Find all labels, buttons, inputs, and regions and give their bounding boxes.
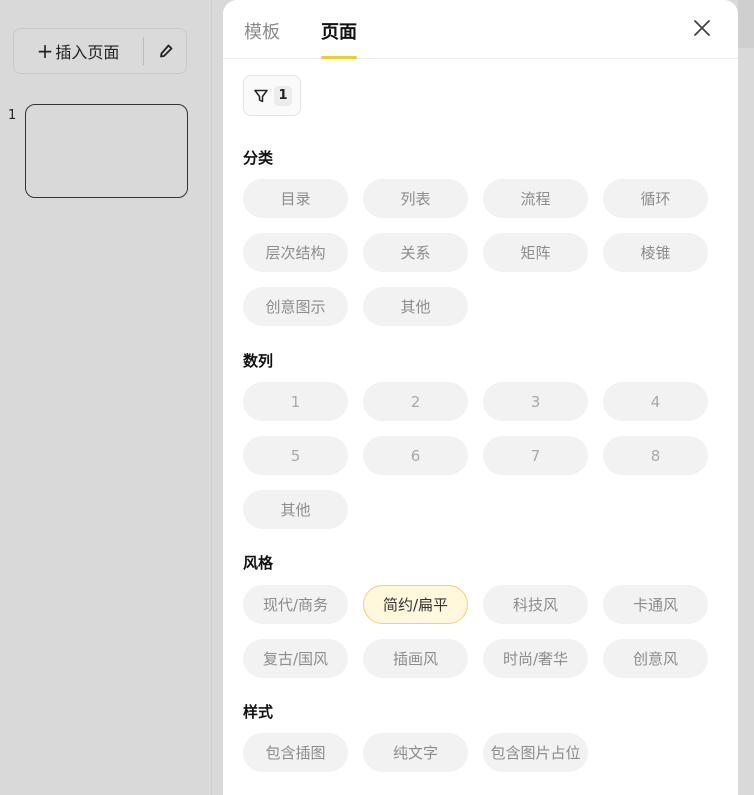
section-title-category: 分类 (243, 149, 274, 167)
chip-category[interactable]: 关系 (363, 233, 468, 272)
slide-number: 1 (8, 108, 17, 123)
chip-category[interactable]: 其他 (363, 287, 468, 326)
chip-layout[interactable]: 纯文字 (363, 733, 468, 772)
tab-templates[interactable]: 模板 (244, 18, 280, 59)
chip-style[interactable]: 现代/商务 (243, 585, 348, 624)
slide-sidebar: + 插入页面 1 (0, 0, 212, 795)
divider (143, 37, 144, 65)
chip-style[interactable]: 时尚/奢华 (483, 639, 588, 678)
insert-page-bar: + 插入页面 (13, 28, 187, 74)
insert-page-button[interactable]: + 插入页面 (14, 29, 142, 73)
filter-count-badge: 1 (274, 85, 292, 106)
chip-style[interactable]: 复古/国风 (243, 639, 348, 678)
chip-category[interactable]: 循环 (603, 179, 708, 218)
chip-style[interactable]: 插画风 (363, 639, 468, 678)
chip-count[interactable]: 4 (603, 382, 708, 421)
background-strip (738, 0, 754, 48)
chip-count[interactable]: 5 (243, 436, 348, 475)
insert-page-label: 插入页面 (55, 43, 120, 62)
chip-category[interactable]: 层次结构 (243, 233, 348, 272)
tab-pages[interactable]: 页面 (321, 18, 357, 59)
app-window: + 插入页面 1 模板 页面 1 分类 目录 列表 流程 循环 层次结构 关系 … (0, 0, 754, 795)
chip-category[interactable]: 矩阵 (483, 233, 588, 272)
chip-count[interactable]: 8 (603, 436, 708, 475)
section-title-layout: 样式 (243, 703, 274, 721)
slide-thumbnail[interactable] (25, 104, 188, 198)
chip-style[interactable]: 创意风 (603, 639, 708, 678)
chip-category[interactable]: 列表 (363, 179, 468, 218)
filter-icon (254, 89, 268, 102)
close-icon (694, 20, 710, 36)
pencil-icon (160, 44, 173, 58)
filter-button[interactable]: 1 (243, 75, 301, 116)
section-title-style: 风格 (243, 554, 274, 572)
page-filter-panel: 模板 页面 1 分类 目录 列表 流程 循环 层次结构 关系 矩阵 棱锥 创意图… (223, 0, 738, 795)
plus-icon: + (36, 39, 54, 63)
chip-category[interactable]: 流程 (483, 179, 588, 218)
chip-layout[interactable]: 包含插图 (243, 733, 348, 772)
chip-count[interactable]: 2 (363, 382, 468, 421)
chip-count[interactable]: 6 (363, 436, 468, 475)
chip-count[interactable]: 7 (483, 436, 588, 475)
chip-count[interactable]: 其他 (243, 490, 348, 529)
chip-category[interactable]: 目录 (243, 179, 348, 218)
chip-count[interactable]: 3 (483, 382, 588, 421)
panel-tabs: 模板 页面 (223, 0, 738, 59)
chip-style[interactable]: 科技风 (483, 585, 588, 624)
chip-count[interactable]: 1 (243, 382, 348, 421)
chip-category[interactable]: 棱锥 (603, 233, 708, 272)
chip-category[interactable]: 创意图示 (243, 287, 348, 326)
chip-layout[interactable]: 包含图片占位 (483, 733, 588, 772)
edit-button[interactable] (145, 29, 187, 73)
chip-style-selected[interactable]: 简约/扁平 (363, 585, 468, 624)
chip-style[interactable]: 卡通风 (603, 585, 708, 624)
section-title-count: 数列 (243, 352, 274, 370)
close-button[interactable] (690, 16, 714, 40)
